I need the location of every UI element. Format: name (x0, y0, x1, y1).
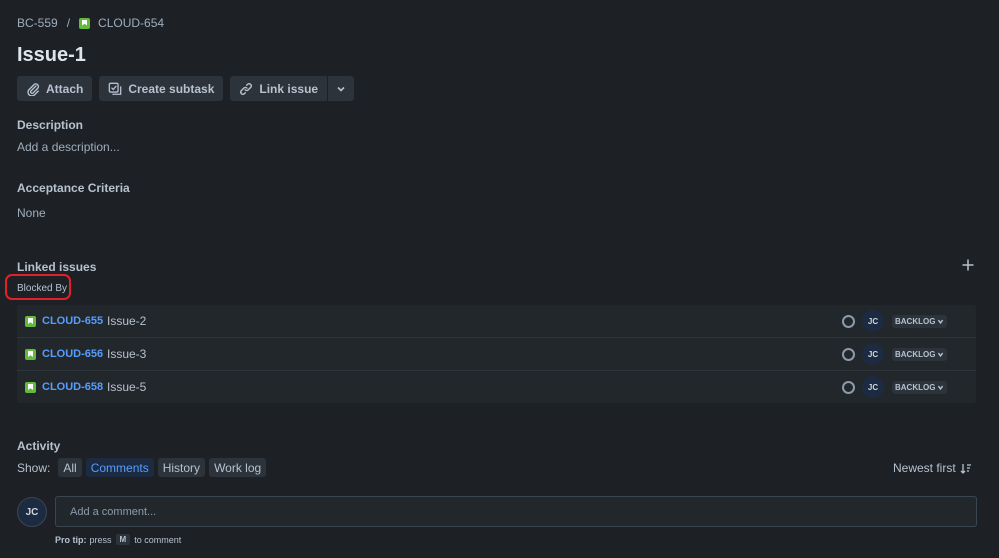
show-label: Show: (17, 460, 51, 475)
link-issue-label: Link issue (259, 81, 319, 96)
create-subtask-label: Create subtask (128, 81, 215, 96)
sort-order-button[interactable]: Newest first (893, 461, 972, 475)
status-dropdown[interactable]: BACKLOG (892, 315, 948, 328)
breadcrumb-parent-link[interactable]: BC-559 (17, 16, 58, 30)
linked-issue-key[interactable]: CLOUD-656 (42, 348, 103, 360)
linked-issue-key[interactable]: CLOUD-655 (42, 315, 103, 327)
more-actions-button[interactable] (328, 76, 355, 101)
activity-heading: Activity (17, 439, 61, 453)
status-dropdown[interactable]: BACKLOG (892, 381, 948, 394)
linked-issues-heading: Linked issues (17, 260, 97, 274)
pro-tip-press: press (89, 534, 112, 545)
pro-tip-suffix: to comment (134, 534, 182, 545)
link-icon (240, 82, 253, 95)
story-icon (25, 382, 36, 393)
attach-label: Attach (46, 81, 84, 96)
link-issue-button-group: Link issue (230, 76, 355, 101)
breadcrumb-current-link[interactable]: CLOUD-654 (98, 16, 164, 30)
linked-issue-summary[interactable]: Issue-5 (107, 380, 146, 394)
plus-icon[interactable] (961, 258, 975, 272)
chevron-down-icon (938, 319, 944, 325)
issue-toolbar: Attach Create subtask Link issue (17, 76, 355, 101)
chevron-down-icon (938, 385, 944, 391)
linked-issue-summary[interactable]: Issue-2 (107, 314, 146, 328)
status-dropdown[interactable]: BACKLOG (892, 348, 948, 361)
story-icon (25, 316, 36, 327)
linked-issues-list: CLOUD-655 Issue-2 JC BACKLOG CLOUD-656 I… (17, 305, 976, 403)
breadcrumb: BC-559 / CLOUD-654 (17, 16, 164, 30)
story-icon (25, 349, 36, 360)
story-icon (79, 17, 91, 29)
shortcut-key: M (115, 534, 131, 545)
attach-button[interactable]: Attach (17, 76, 93, 101)
description-heading: Description (17, 118, 84, 132)
sort-label: Newest first (893, 461, 956, 475)
chevron-down-icon (337, 86, 345, 92)
current-user-avatar[interactable]: JC (17, 497, 47, 527)
sort-descending-icon (960, 463, 971, 474)
create-subtask-button[interactable]: Create subtask (99, 76, 224, 101)
acceptance-criteria-value[interactable]: None (17, 206, 46, 220)
comment-input[interactable] (55, 496, 977, 527)
pro-tip-prefix: Pro tip: (55, 534, 87, 545)
status-label: BACKLOG (895, 350, 936, 359)
acceptance-criteria-heading: Acceptance Criteria (17, 181, 130, 195)
linked-issue-row[interactable]: CLOUD-656 Issue-3 JC BACKLOG (17, 338, 976, 371)
link-issue-button[interactable]: Link issue (230, 76, 328, 101)
status-circle-icon (842, 315, 855, 328)
assignee-avatar[interactable]: JC (862, 376, 884, 398)
description-field[interactable]: Add a description... (17, 140, 120, 154)
status-label: BACKLOG (895, 383, 936, 392)
filter-history-button[interactable]: History (157, 458, 206, 477)
subtask-icon (109, 82, 122, 95)
linked-issue-row[interactable]: CLOUD-658 Issue-5 JC BACKLOG (17, 371, 976, 403)
pro-tip: Pro tip: press M to comment (55, 534, 181, 545)
linked-issue-row[interactable]: CLOUD-655 Issue-2 JC BACKLOG (17, 305, 976, 338)
filter-work-log-button[interactable]: Work log (209, 458, 267, 477)
assignee-avatar[interactable]: JC (862, 310, 884, 332)
linked-issue-key[interactable]: CLOUD-658 (42, 381, 103, 393)
status-circle-icon (842, 381, 855, 394)
paperclip-icon (27, 82, 40, 96)
assignee-avatar[interactable]: JC (862, 343, 884, 365)
activity-filter-bar: Show: All Comments History Work log (17, 458, 267, 477)
filter-all-button[interactable]: All (58, 458, 82, 477)
filter-comments-button[interactable]: Comments (85, 458, 154, 477)
linked-issue-summary[interactable]: Issue-3 (107, 347, 146, 361)
chevron-down-icon (938, 352, 944, 358)
breadcrumb-separator: / (66, 16, 71, 30)
issue-title[interactable]: Issue-1 (17, 44, 86, 67)
blocked-by-label: Blocked By (5, 274, 71, 300)
status-circle-icon (842, 348, 855, 361)
status-label: BACKLOG (895, 317, 936, 326)
